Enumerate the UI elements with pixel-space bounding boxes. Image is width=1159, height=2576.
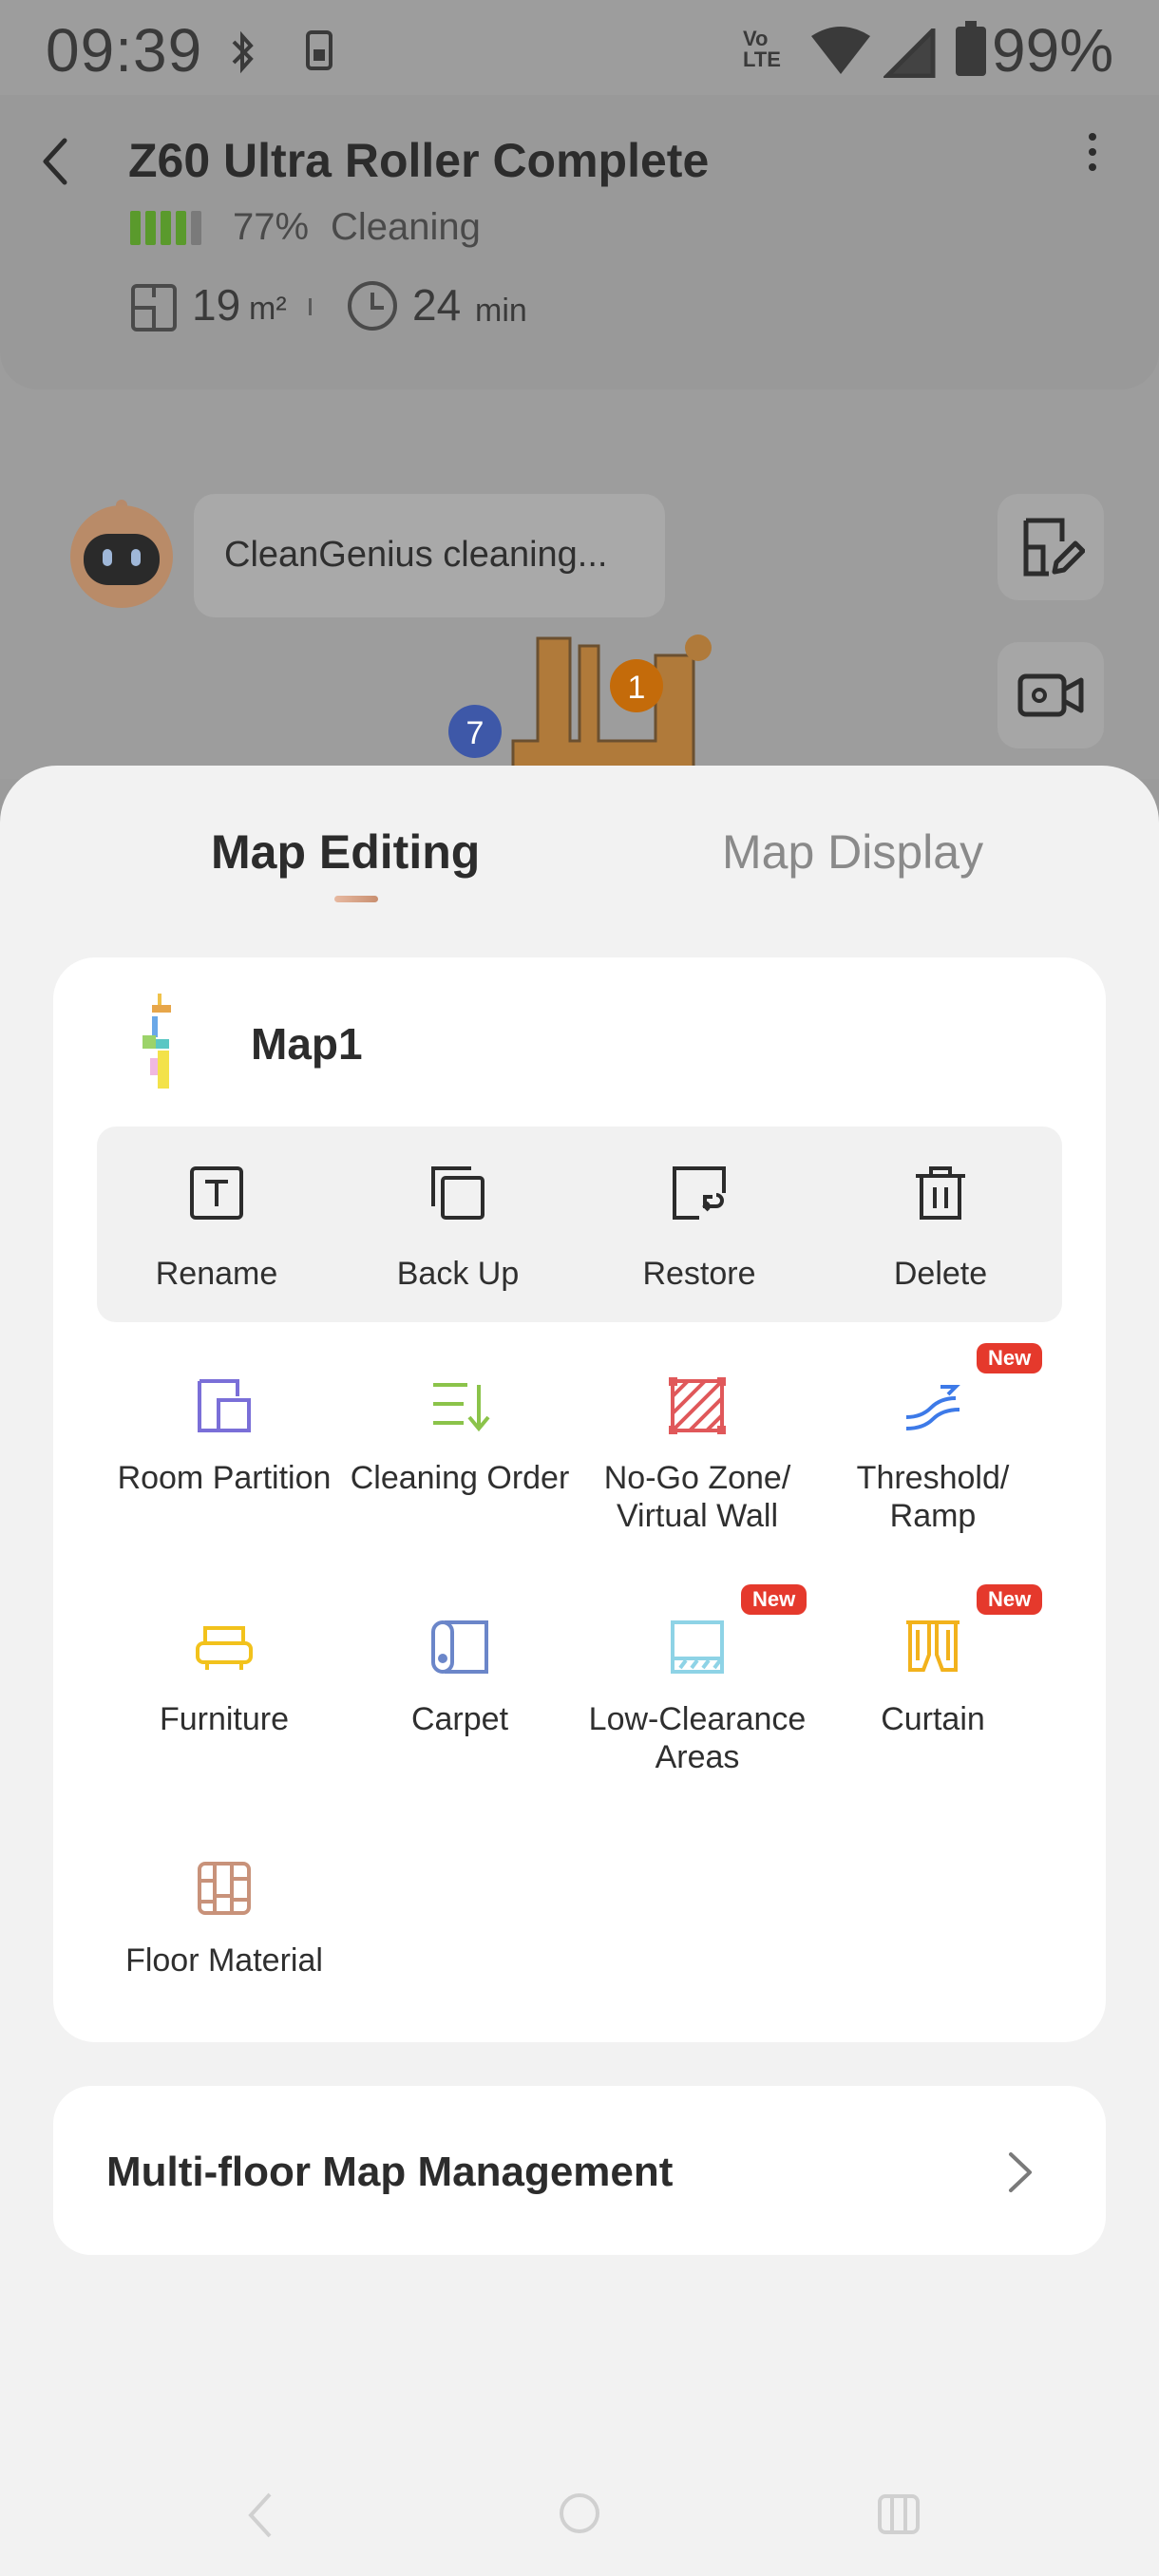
- status-time: 09:39: [46, 16, 203, 85]
- restore-button[interactable]: Restore: [579, 1165, 820, 1293]
- edit-map-button[interactable]: [998, 494, 1104, 600]
- curtain-label: Curtain: [881, 1701, 985, 1737]
- curtain-icon: [906, 1620, 960, 1672]
- stat-divider: [309, 298, 312, 315]
- tab-map-display[interactable]: Map Display: [722, 824, 983, 880]
- no-go-zone-icon: [669, 1377, 726, 1434]
- furniture-label: Furniture: [159, 1701, 290, 1737]
- new-badge-threshold: New: [977, 1343, 1043, 1373]
- threshold-ramp-button[interactable]: Threshold/ Ramp: [815, 1375, 1051, 1535]
- device-battery: 77%: [233, 206, 310, 248]
- assistant-message: CleanGenius cleaning...: [224, 535, 608, 575]
- nav-home-icon[interactable]: [557, 2491, 602, 2536]
- no-go-zone-button[interactable]: No-Go Zone/ Virtual Wall: [580, 1375, 815, 1535]
- cleaned-area-value: 19: [192, 280, 241, 330]
- threshold-ramp-label-line1: Threshold/: [856, 1460, 1010, 1496]
- room-partition-label: Room Partition: [117, 1460, 332, 1496]
- sim-icon: [306, 30, 332, 70]
- nav-recent-apps-icon[interactable]: [876, 2491, 922, 2536]
- trash-icon: [916, 1166, 965, 1220]
- low-clearance-label-line2: Areas: [655, 1739, 740, 1775]
- rename-button[interactable]: Rename: [96, 1165, 337, 1293]
- multi-floor-map-management-label: Multi-floor Map Management: [106, 2149, 674, 2195]
- new-badge-curtain: New: [977, 1584, 1043, 1615]
- low-clearance-icon: [671, 1620, 724, 1674]
- room-partition-icon: [198, 1379, 251, 1432]
- back-arrow-icon[interactable]: [36, 133, 74, 190]
- delete-label: Delete: [893, 1256, 988, 1292]
- cleaning-order-button[interactable]: Cleaning Order: [342, 1375, 578, 1497]
- curtain-button[interactable]: Curtain: [815, 1617, 1051, 1738]
- map-thumbnail[interactable]: [139, 992, 179, 1094]
- restore-label: Restore: [642, 1256, 756, 1292]
- chevron-right-icon: [1009, 2152, 1032, 2192]
- nav-back-icon[interactable]: [243, 2489, 277, 2542]
- tab-indicator: [334, 896, 378, 902]
- volte-icon: Vo LTE: [743, 28, 781, 70]
- device-screen-background: 09:39 Vo LTE 99% Z60 Ultra Roller Comple…: [0, 0, 1159, 779]
- carpet-label: Carpet: [410, 1701, 509, 1737]
- battery-level-bar: [130, 211, 210, 245]
- area-icon: [131, 284, 177, 331]
- status-bar: 09:39 Vo LTE 99%: [0, 0, 1159, 95]
- no-go-zone-label-line2: Virtual Wall: [616, 1498, 779, 1534]
- battery-icon: [956, 21, 986, 76]
- more-options-icon[interactable]: [1074, 123, 1112, 180]
- device-title: Z60 Ultra Roller Complete: [128, 134, 710, 187]
- back-up-button[interactable]: Back Up: [337, 1165, 579, 1293]
- carpet-button[interactable]: Carpet: [342, 1617, 578, 1738]
- live-map-preview: 1 7: [448, 635, 712, 779]
- copy-icon: [431, 1166, 484, 1220]
- delete-button[interactable]: Delete: [820, 1165, 1061, 1293]
- carpet-icon: [431, 1620, 488, 1674]
- device-status: Cleaning: [331, 206, 481, 248]
- battery-percent: 99%: [992, 16, 1114, 85]
- floor-material-icon: [198, 1862, 251, 1915]
- robot-assistant-avatar: [70, 500, 173, 608]
- volte-line2: LTE: [743, 47, 781, 71]
- floor-material-label: Floor Material: [125, 1942, 323, 1979]
- cleaning-order-label: Cleaning Order: [350, 1460, 570, 1496]
- map-name: Map1: [251, 1019, 363, 1069]
- back-up-label: Back Up: [396, 1256, 520, 1292]
- cleaning-time-unit: min: [475, 293, 527, 329]
- video-camera-icon: [1017, 673, 1084, 717]
- furniture-icon: [196, 1626, 253, 1670]
- cleaning-order-icon: [433, 1383, 490, 1432]
- threshold-ramp-label-line2: Ramp: [889, 1498, 977, 1534]
- clock-icon: [348, 281, 397, 331]
- low-clearance-label-line1: Low-Clearance: [588, 1701, 807, 1737]
- rename-icon: [190, 1166, 243, 1220]
- room-marker-7-label: 7: [466, 715, 484, 751]
- volte-line1: Vo: [743, 27, 769, 50]
- threshold-ramp-icon: [905, 1385, 960, 1430]
- furniture-button[interactable]: Furniture: [106, 1617, 342, 1738]
- room-marker-1-label: 1: [628, 670, 646, 706]
- bluetooth-icon: [232, 30, 254, 74]
- new-badge-low-clearance: New: [741, 1584, 808, 1615]
- cleaning-time-value: 24: [412, 280, 462, 330]
- signal-icon: [884, 28, 936, 78]
- tab-map-editing[interactable]: Map Editing: [211, 824, 480, 880]
- video-button[interactable]: [998, 642, 1104, 748]
- cleaned-area-unit: m²: [249, 291, 287, 327]
- map-edit-icon: [1023, 518, 1085, 577]
- low-clearance-button[interactable]: Low-Clearance Areas: [580, 1617, 815, 1776]
- wifi-icon: [811, 27, 870, 74]
- floor-material-button[interactable]: Floor Material: [106, 1858, 342, 1979]
- no-go-zone-label-line1: No-Go Zone/: [603, 1460, 791, 1496]
- rename-label: Rename: [155, 1256, 278, 1292]
- restore-icon: [673, 1166, 726, 1220]
- room-partition-button[interactable]: Room Partition: [106, 1375, 342, 1497]
